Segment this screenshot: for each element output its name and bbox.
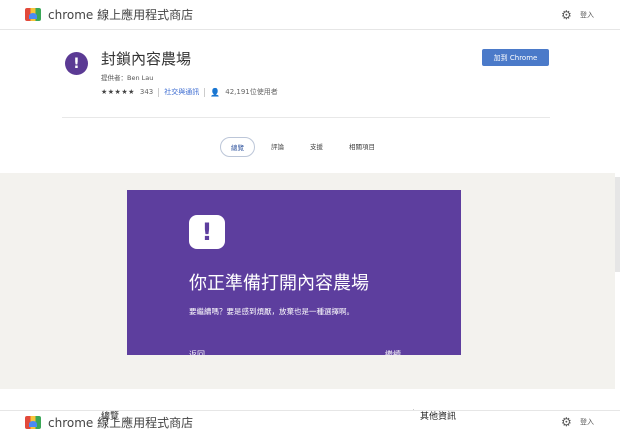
header-divider: [62, 117, 550, 118]
store-header: chrome 線上應用程式商店 ⚙ 登入: [0, 0, 620, 30]
extension-warning-icon: !: [65, 52, 88, 75]
tab-reviews[interactable]: 評論: [261, 137, 294, 157]
extension-header: ! 封鎖內容農場 提供者：Ben Lau ★★★★★ 343 社交與通訊 👤 4…: [0, 30, 615, 173]
screenshot-continue-label: 繼續: [385, 350, 401, 355]
store-header-bottom: chrome 線上應用程式商店 ⚙ 登入: [0, 410, 620, 433]
divider: [204, 87, 206, 97]
scrollbar-thumb[interactable]: [615, 177, 620, 272]
overview-heading: 總覽: [101, 412, 120, 422]
category-link[interactable]: 社交與通訊: [164, 87, 199, 97]
warning-icon: !: [189, 215, 225, 249]
screenshot-back-label: 返回: [189, 350, 205, 355]
detail-tabs: 總覽 評論 支援 相關項目: [220, 137, 391, 157]
chrome-web-store-logo[interactable]: [25, 415, 41, 429]
rating-row: ★★★★★ 343 社交與通訊 👤 42,191位使用者: [101, 87, 278, 97]
content-band: [0, 389, 615, 410]
provider-label: 提供者：Ben Lau: [101, 74, 154, 82]
tab-overview[interactable]: 總覽: [220, 137, 255, 157]
gear-icon[interactable]: ⚙: [561, 8, 572, 22]
store-title[interactable]: chrome 線上應用程式商店: [48, 6, 193, 23]
user-count: 42,191位使用者: [225, 88, 278, 96]
add-to-chrome-button[interactable]: 加到 Chrome: [482, 49, 549, 66]
rating-count[interactable]: 343: [140, 88, 153, 96]
user-icon: 👤: [210, 87, 221, 97]
gear-icon[interactable]: ⚙: [561, 415, 572, 429]
extension-screenshot: ! 你正準備打開內容農場 要繼續嗎？要是感到煩厭，放棄也是一種選擇啊。 返回 繼…: [127, 190, 461, 355]
divider: [158, 87, 160, 97]
login-link[interactable]: 登入: [580, 10, 594, 20]
screenshot-title: 你正準備打開內容農場: [189, 273, 369, 294]
store-title[interactable]: chrome 線上應用程式商店: [48, 414, 193, 431]
chrome-web-store-logo[interactable]: [25, 8, 41, 21]
extension-name: 封鎖內容農場: [101, 50, 192, 68]
screenshot-text: 要繼續嗎？要是感到煩厭，放棄也是一種選擇啊。: [189, 307, 354, 316]
rating-stars-icon[interactable]: ★★★★★: [101, 88, 135, 96]
related-heading: 其他資訊: [420, 412, 457, 422]
tab-support[interactable]: 支援: [300, 137, 333, 157]
login-link[interactable]: 登入: [580, 417, 594, 427]
tab-related[interactable]: 相關項目: [339, 137, 385, 157]
